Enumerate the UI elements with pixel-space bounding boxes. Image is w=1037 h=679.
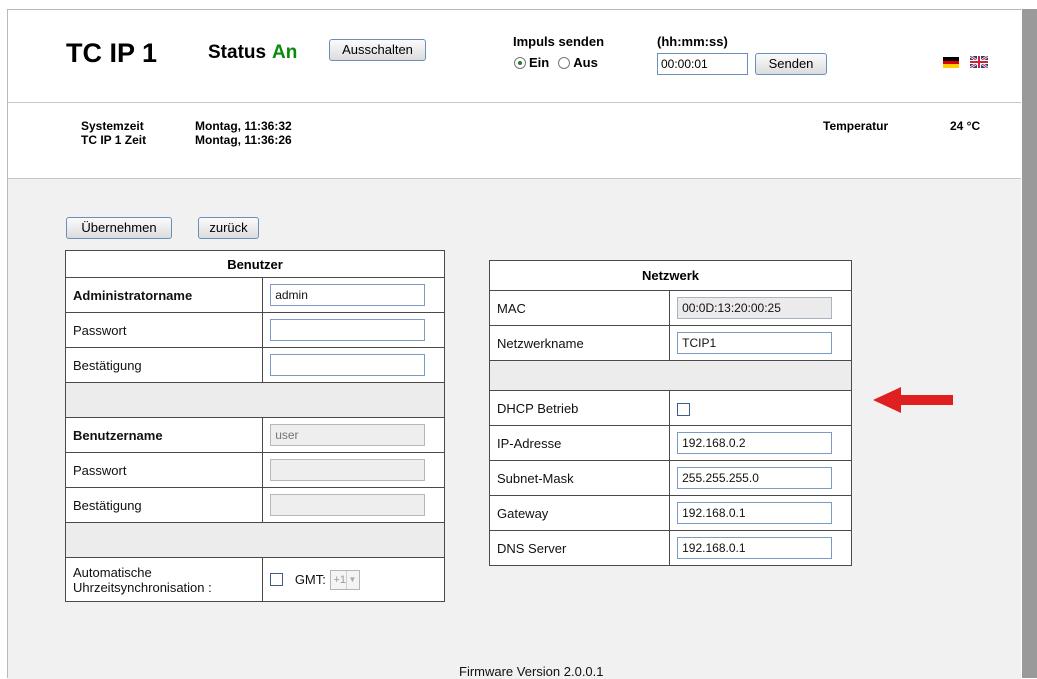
table-spacer <box>489 360 852 391</box>
table-spacer <box>65 522 445 558</box>
status-value: An <box>272 42 298 63</box>
header: TC IP 1 Status An Ausschalten Impuls sen… <box>8 10 1021 102</box>
impulse-radio-group: Ein Aus <box>514 55 598 70</box>
user-confirm-label: Bestätigung <box>64 487 264 523</box>
device-web-page: TC IP 1 Status An Ausschalten Impuls sen… <box>7 9 1021 679</box>
chevron-down-icon: ▼ <box>345 570 359 589</box>
network-name-label: Netzwerkname <box>488 325 671 361</box>
admin-confirm-label: Bestätigung <box>64 347 264 383</box>
admin-password-label: Passwort <box>64 312 264 348</box>
user-table-title: Benutzer <box>65 250 445 278</box>
auto-sync-label-line2: Uhrzeitsynchronisation : <box>73 579 212 595</box>
mac-input <box>677 297 833 319</box>
auto-sync-checkbox[interactable] <box>270 573 284 586</box>
admin-name-label: Administratorname <box>64 277 264 313</box>
auto-sync-label: Automatische Uhrzeitsynchronisation : <box>64 557 264 602</box>
time-format-label: (hh:mm:ss) <box>657 34 728 49</box>
subnet-input[interactable] <box>677 467 833 489</box>
ip-input[interactable] <box>677 432 833 454</box>
mac-label: MAC <box>488 290 671 326</box>
network-name-input[interactable] <box>677 332 833 354</box>
back-button[interactable]: zurück <box>198 217 259 239</box>
system-time-bar: Systemzeit TC IP 1 Zeit Montag, 11:36:32… <box>8 102 1021 178</box>
auto-sync-label-line1: Automatische <box>73 564 152 580</box>
temperature-value: 24 °C <box>950 119 981 133</box>
gateway-input[interactable] <box>677 502 833 524</box>
off-button[interactable]: Ausschalten <box>329 39 426 61</box>
radio-on[interactable] <box>514 56 526 69</box>
gmt-select[interactable]: +1 ▼ <box>329 569 360 590</box>
gateway-label: Gateway <box>488 495 671 531</box>
admin-confirm-input[interactable] <box>270 354 426 376</box>
radio-off-label: Aus <box>573 55 598 70</box>
send-button[interactable]: Senden <box>755 53 827 75</box>
right-margin <box>1022 9 1037 678</box>
radio-on-label: Ein <box>529 55 550 70</box>
network-table-title: Netzwerk <box>489 260 852 291</box>
user-password-input[interactable] <box>270 459 426 481</box>
user-name-input[interactable] <box>270 424 426 446</box>
radio-off[interactable] <box>558 56 571 69</box>
uk-flag-icon[interactable] <box>970 56 988 68</box>
device-title: TC IP 1 <box>66 38 158 68</box>
subnet-label: Subnet-Mask <box>488 460 671 496</box>
ip-label: IP-Adresse <box>488 425 671 461</box>
dhcp-label: DHCP Betrieb <box>488 390 671 426</box>
firmware-version: Firmware Version 2.0.0.1 <box>459 664 604 679</box>
user-name-label: Benutzername <box>64 417 264 453</box>
settings-content: Übernehmen zurück Benutzer Administrator… <box>8 178 1021 679</box>
admin-password-input[interactable] <box>270 319 426 341</box>
device-time-value: Montag, 11:36:26 <box>195 133 292 147</box>
dns-label: DNS Server <box>488 530 671 566</box>
gmt-label: GMT: <box>294 572 326 587</box>
systemzeit-label: Systemzeit <box>81 119 144 133</box>
user-password-label: Passwort <box>64 452 264 488</box>
user-settings-table: Benutzer Administratorname Passwort Best… <box>64 250 445 602</box>
gmt-select-value: +1 <box>333 573 347 586</box>
dhcp-checkbox[interactable] <box>677 402 691 416</box>
temperature-label: Temperatur <box>823 119 889 133</box>
apply-button[interactable]: Übernehmen <box>66 217 172 239</box>
impulse-time-input[interactable] <box>657 53 748 75</box>
dns-input[interactable] <box>677 537 833 559</box>
systemzeit-value: Montag, 11:36:32 <box>195 119 292 133</box>
network-settings-table: Netzwerk MAC Netzwerkname DHCP Betrieb I… <box>488 260 852 566</box>
table-spacer <box>65 382 445 418</box>
de-flag-icon[interactable] <box>943 57 959 68</box>
status-label: Status <box>208 42 267 63</box>
admin-name-input[interactable] <box>270 284 426 306</box>
impulse-label: Impuls senden <box>513 34 605 49</box>
red-arrow-icon <box>873 387 953 413</box>
user-confirm-input[interactable] <box>270 494 426 516</box>
device-time-label: TC IP 1 Zeit <box>81 133 147 147</box>
